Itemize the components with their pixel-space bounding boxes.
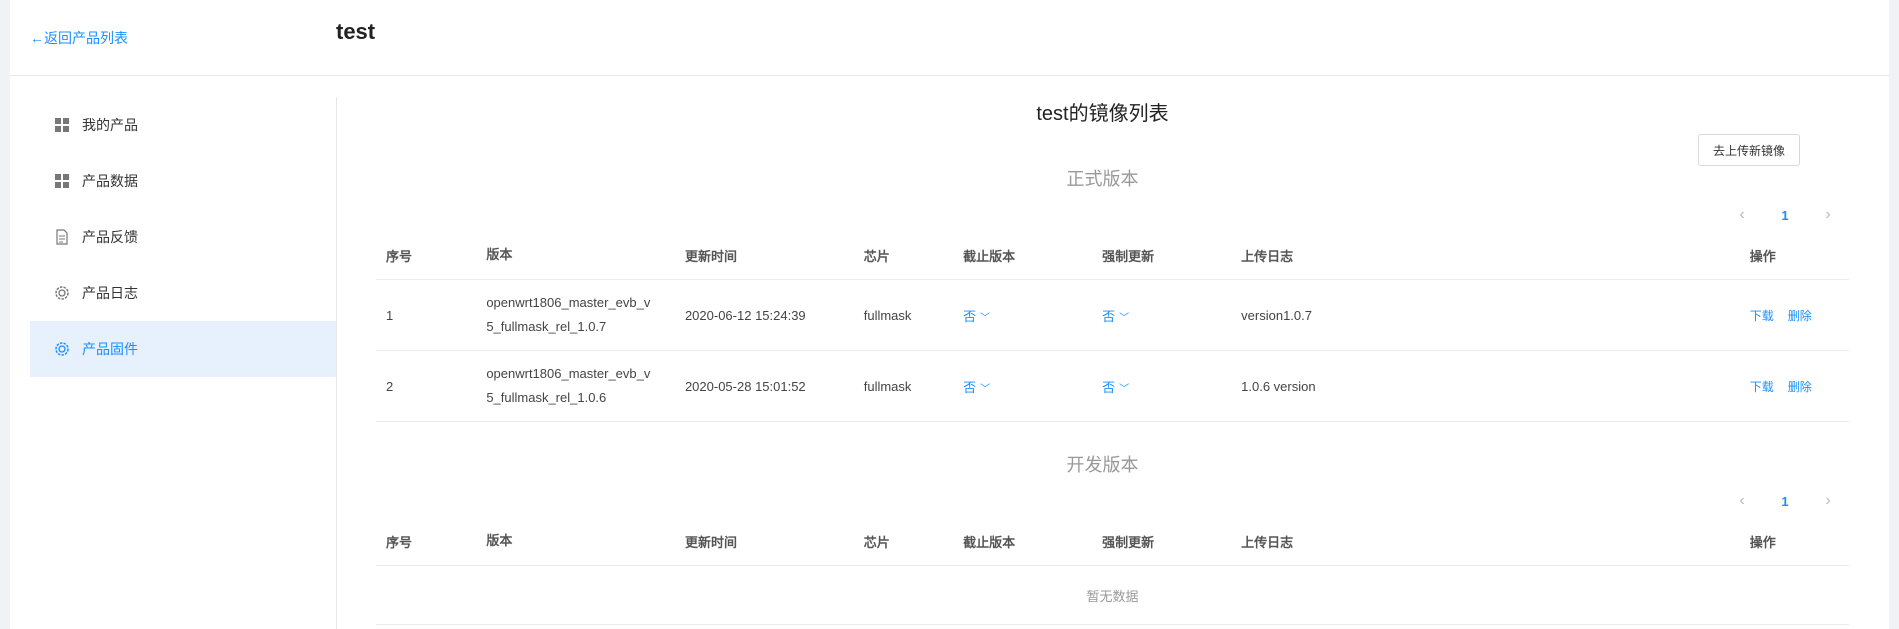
download-link[interactable]: 下载 bbox=[1750, 309, 1774, 323]
dev-table: 序号 版本 更新时间 芯片 截止版本 强制更新 上传日志 操作 暂无数据 bbox=[376, 517, 1849, 625]
table-header: 序号 版本 更新时间 芯片 截止版本 强制更新 上传日志 操作 bbox=[376, 517, 1849, 566]
sidebar-item-label: 产品固件 bbox=[82, 341, 138, 357]
release-pagination: ‹ 1 › bbox=[1730, 205, 1840, 225]
chevron-down-icon: ﹀ bbox=[1119, 383, 1130, 395]
upload-new-image-button[interactable]: 去上传新镜像 bbox=[1698, 134, 1800, 166]
column-header-actions: 操作 bbox=[1749, 534, 1776, 550]
force-update-select[interactable]: 否 ﹀ bbox=[1102, 377, 1241, 396]
back-to-product-list-link[interactable]: ←返回产品列表 bbox=[30, 28, 128, 48]
dev-pagination: ‹ 1 › bbox=[1730, 491, 1840, 511]
prev-page-button[interactable]: ‹ bbox=[1730, 492, 1754, 510]
row-version: openwrt1806_master_evb_v 5_fullmask_rel_… bbox=[486, 362, 685, 410]
version-line: openwrt1806_master_evb_v bbox=[486, 366, 651, 381]
release-section-title: 正式版本 bbox=[1066, 169, 1139, 189]
column-header-cutoff: 截止版本 bbox=[963, 248, 1016, 264]
chevron-down-icon: ﹀ bbox=[980, 312, 991, 324]
delete-link[interactable]: 删除 bbox=[1788, 309, 1812, 323]
cutoff-value: 否 bbox=[963, 308, 977, 324]
sidebar-item-product-firmware[interactable]: 产品固件 bbox=[30, 321, 336, 377]
gear-icon bbox=[54, 341, 70, 357]
row-log: 1.0.6 version bbox=[1241, 378, 1316, 394]
force-value: 否 bbox=[1102, 308, 1116, 324]
table-row: 2 openwrt1806_master_evb_v 5_fullmask_re… bbox=[376, 351, 1849, 422]
column-header-index: 序号 bbox=[386, 248, 413, 264]
sidebar-item-label: 产品反馈 bbox=[82, 229, 138, 245]
row-actions: 下载 删除 bbox=[1750, 378, 1849, 395]
row-updated: 2020-05-28 15:01:52 bbox=[684, 378, 806, 394]
row-log: version1.0.7 bbox=[1241, 307, 1312, 323]
column-header-version: 版本 bbox=[486, 533, 513, 548]
row-chip: fullmask bbox=[863, 307, 912, 323]
column-header-chip: 芯片 bbox=[863, 248, 890, 264]
sidebar-item-product-data[interactable]: 产品数据 bbox=[30, 153, 336, 209]
grid-icon bbox=[54, 173, 70, 189]
row-updated: 2020-06-12 15:24:39 bbox=[684, 307, 806, 323]
cutoff-select[interactable]: 否 ﹀ bbox=[963, 306, 1102, 325]
row-actions: 下载 删除 bbox=[1750, 307, 1849, 324]
page-number[interactable]: 1 bbox=[1781, 494, 1788, 509]
version-line: openwrt1806_master_evb_v bbox=[486, 295, 651, 310]
sidebar-item-product-log[interactable]: 产品日志 bbox=[30, 265, 336, 321]
next-page-button[interactable]: › bbox=[1816, 206, 1840, 224]
column-header-updated: 更新时间 bbox=[684, 534, 737, 550]
row-version: openwrt1806_master_evb_v 5_fullmask_rel_… bbox=[486, 291, 685, 339]
version-line: 5_fullmask_rel_1.0.6 bbox=[486, 390, 607, 405]
sidebar: 我的产品 产品数据 产品反馈 产品日志 产品固件 bbox=[30, 97, 337, 629]
download-link[interactable]: 下载 bbox=[1750, 380, 1774, 394]
release-table: 序号 版本 更新时间 芯片 截止版本 强制更新 上传日志 操作 1 openwr… bbox=[376, 231, 1849, 422]
column-header-cutoff: 截止版本 bbox=[963, 534, 1016, 550]
cutoff-value: 否 bbox=[963, 379, 977, 395]
row-index: 1 bbox=[386, 307, 394, 323]
sidebar-item-my-products[interactable]: 我的产品 bbox=[30, 97, 336, 153]
column-header-log: 上传日志 bbox=[1241, 534, 1294, 550]
header: ←返回产品列表 test bbox=[10, 0, 1889, 76]
main-content: test的镜像列表 去上传新镜像 正式版本 ‹ 1 › 序号 版本 更新时间 芯… bbox=[366, 75, 1849, 629]
page-number[interactable]: 1 bbox=[1781, 208, 1788, 223]
empty-state: 暂无数据 bbox=[376, 566, 1849, 625]
sidebar-item-label: 产品数据 bbox=[82, 173, 138, 189]
column-header-chip: 芯片 bbox=[863, 534, 890, 550]
gear-icon bbox=[54, 285, 70, 301]
page-title: test bbox=[336, 19, 376, 44]
table-header: 序号 版本 更新时间 芯片 截止版本 强制更新 上传日志 操作 bbox=[376, 231, 1849, 280]
image-list-title: test的镜像列表 bbox=[1036, 103, 1169, 125]
chevron-down-icon: ﹀ bbox=[980, 383, 991, 395]
sidebar-item-label: 我的产品 bbox=[82, 117, 138, 133]
prev-page-button[interactable]: ‹ bbox=[1730, 206, 1754, 224]
dev-section-title: 开发版本 bbox=[1066, 455, 1139, 475]
page-frame: ←返回产品列表 test 我的产品 产品数据 产品反馈 产品日志 产品固件 te… bbox=[10, 0, 1889, 629]
force-update-select[interactable]: 否 ﹀ bbox=[1102, 306, 1241, 325]
document-icon bbox=[54, 229, 70, 245]
column-header-force: 强制更新 bbox=[1102, 534, 1155, 550]
delete-link[interactable]: 删除 bbox=[1788, 380, 1812, 394]
column-header-index: 序号 bbox=[386, 534, 413, 550]
next-page-button[interactable]: › bbox=[1816, 492, 1840, 510]
column-header-updated: 更新时间 bbox=[684, 248, 737, 264]
grid-icon bbox=[54, 117, 70, 133]
column-header-force: 强制更新 bbox=[1102, 248, 1155, 264]
row-index: 2 bbox=[386, 378, 394, 394]
sidebar-item-product-feedback[interactable]: 产品反馈 bbox=[30, 209, 336, 265]
cutoff-select[interactable]: 否 ﹀ bbox=[963, 377, 1102, 396]
row-chip: fullmask bbox=[863, 378, 912, 394]
table-row: 1 openwrt1806_master_evb_v 5_fullmask_re… bbox=[376, 280, 1849, 351]
force-value: 否 bbox=[1102, 379, 1116, 395]
column-header-version: 版本 bbox=[486, 247, 513, 262]
column-header-actions: 操作 bbox=[1749, 248, 1776, 264]
sidebar-item-label: 产品日志 bbox=[82, 285, 138, 301]
version-line: 5_fullmask_rel_1.0.7 bbox=[486, 319, 607, 334]
column-header-log: 上传日志 bbox=[1241, 248, 1294, 264]
chevron-down-icon: ﹀ bbox=[1119, 312, 1130, 324]
